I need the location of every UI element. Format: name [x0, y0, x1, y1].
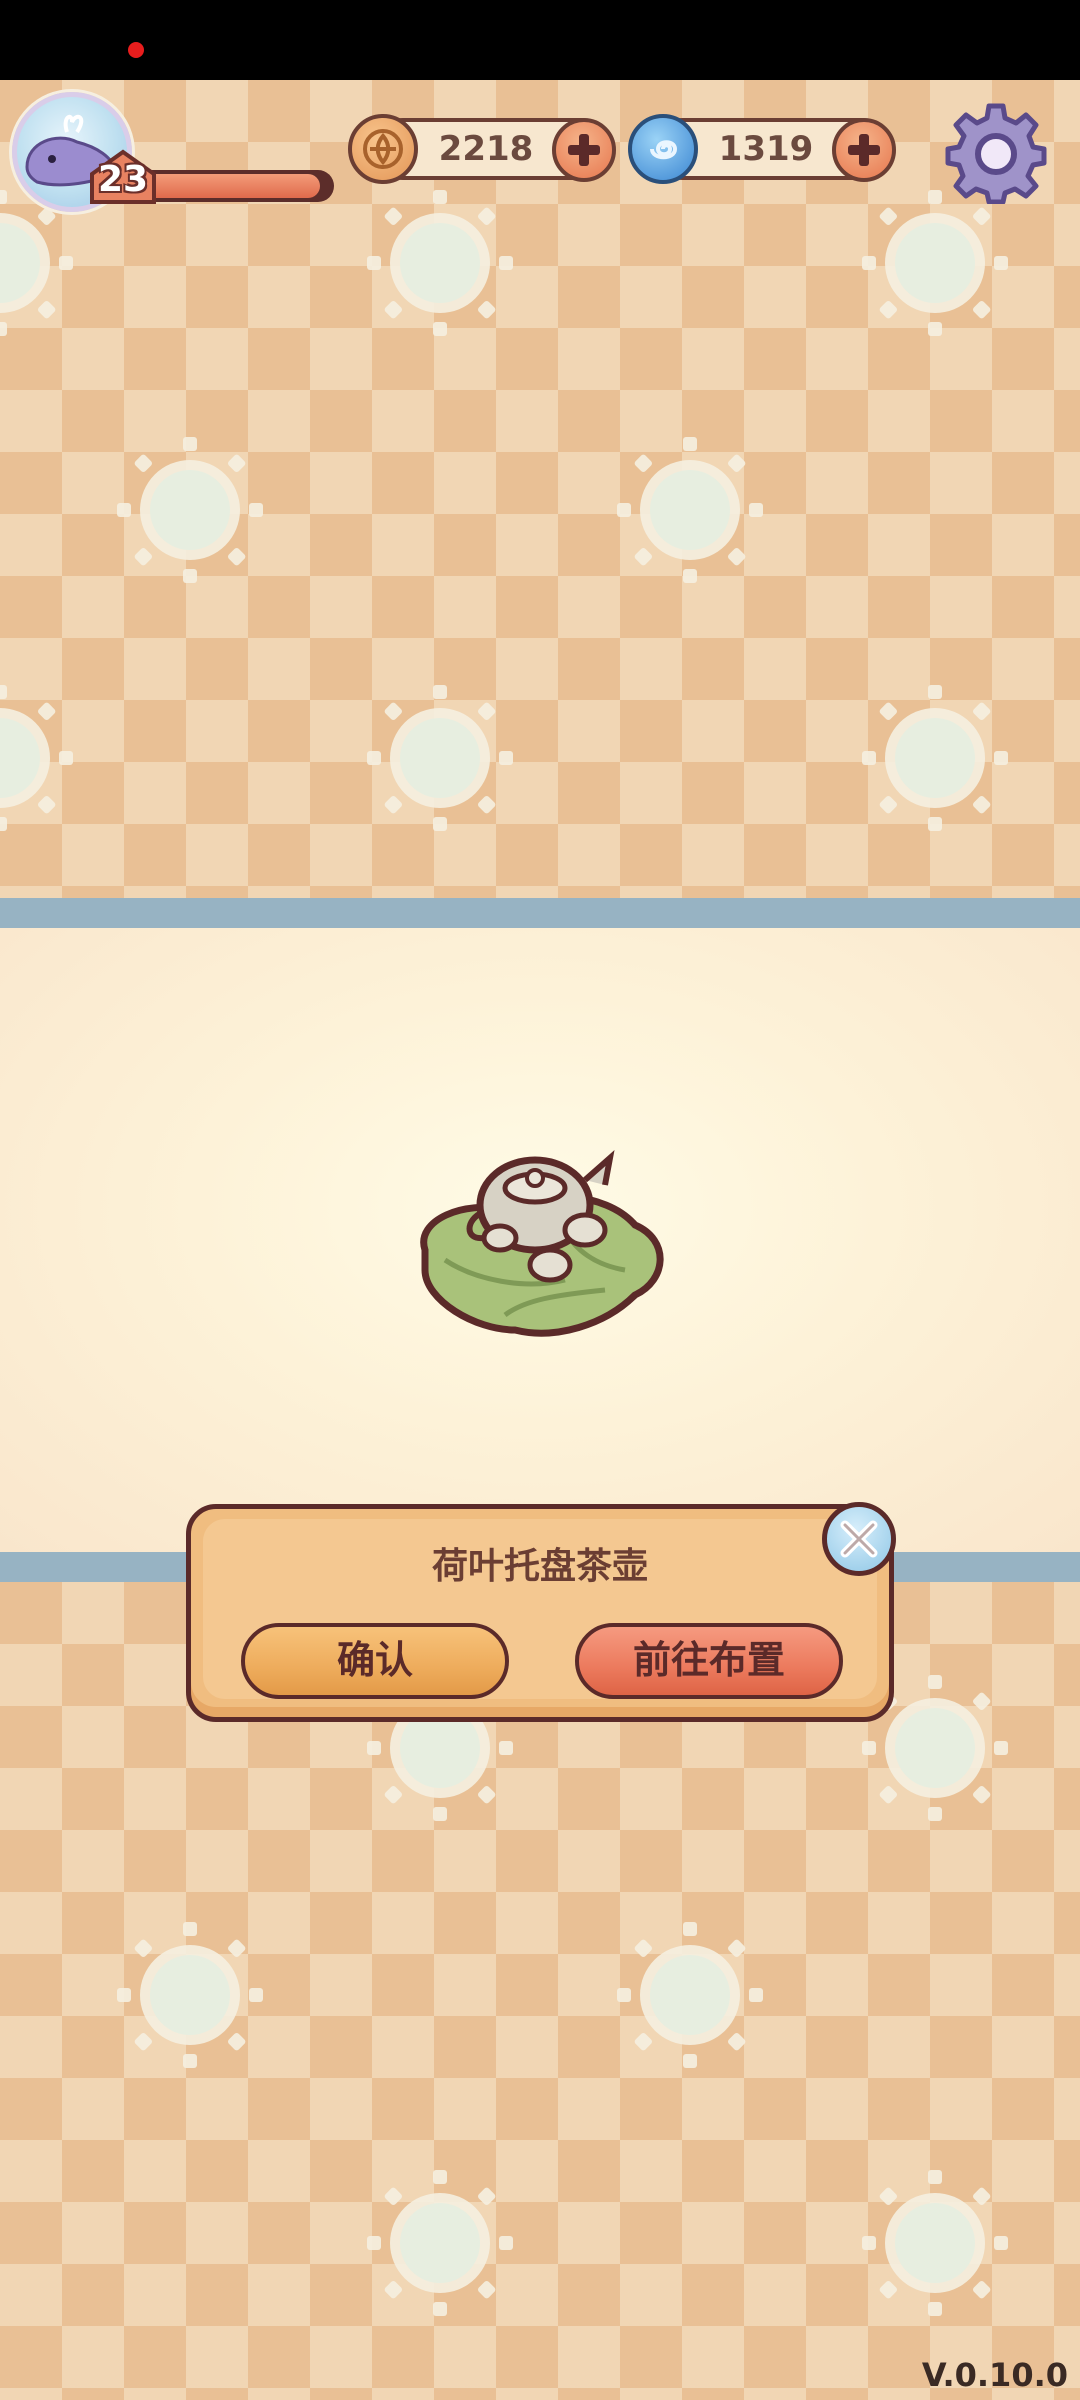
- status-bar: [0, 0, 1080, 80]
- close-icon: [840, 1520, 878, 1558]
- close-button[interactable]: [822, 1502, 896, 1576]
- plus-icon: [568, 134, 600, 166]
- sun-decoration-icon: [617, 1922, 763, 2068]
- plus-icon: [848, 134, 880, 166]
- gem-amount: 1319: [718, 129, 814, 169]
- sun-decoration-icon: [367, 685, 513, 831]
- coin-icon: [348, 114, 418, 184]
- sun-decoration-icon: [367, 190, 513, 336]
- sun-decoration-icon: [117, 437, 263, 583]
- sun-decoration-icon: [862, 2170, 1008, 2316]
- version-label: V.0.10.0: [921, 2356, 1068, 2394]
- item-name: 荷叶托盘茶壶: [431, 1546, 648, 1587]
- background-top: [0, 80, 1080, 898]
- coin-amount: 2218: [438, 129, 534, 169]
- item-dialog: 荷叶托盘茶壶 确认 前往布置: [186, 1504, 894, 1722]
- go-place-button[interactable]: 前往布置: [575, 1623, 843, 1699]
- stripe-top: [0, 898, 1080, 928]
- recording-dot: [128, 42, 144, 58]
- lotus-leaf-teapot-icon: [420, 1150, 664, 1337]
- sun-decoration-icon: [0, 685, 73, 831]
- sun-decoration-icon: [367, 2170, 513, 2316]
- add-coins-button[interactable]: [552, 118, 616, 182]
- swirl-gem-icon: [628, 114, 698, 184]
- player-level: 23: [97, 159, 149, 200]
- sun-decoration-icon: [117, 1922, 263, 2068]
- sun-decoration-icon: [862, 685, 1008, 831]
- sun-decoration-icon: [617, 437, 763, 583]
- settings-gear-button[interactable]: [944, 100, 1048, 204]
- gear-icon: [945, 103, 1047, 204]
- add-gems-button[interactable]: [832, 118, 896, 182]
- sun-decoration-icon: [862, 190, 1008, 336]
- confirm-button[interactable]: 确认: [241, 1623, 509, 1699]
